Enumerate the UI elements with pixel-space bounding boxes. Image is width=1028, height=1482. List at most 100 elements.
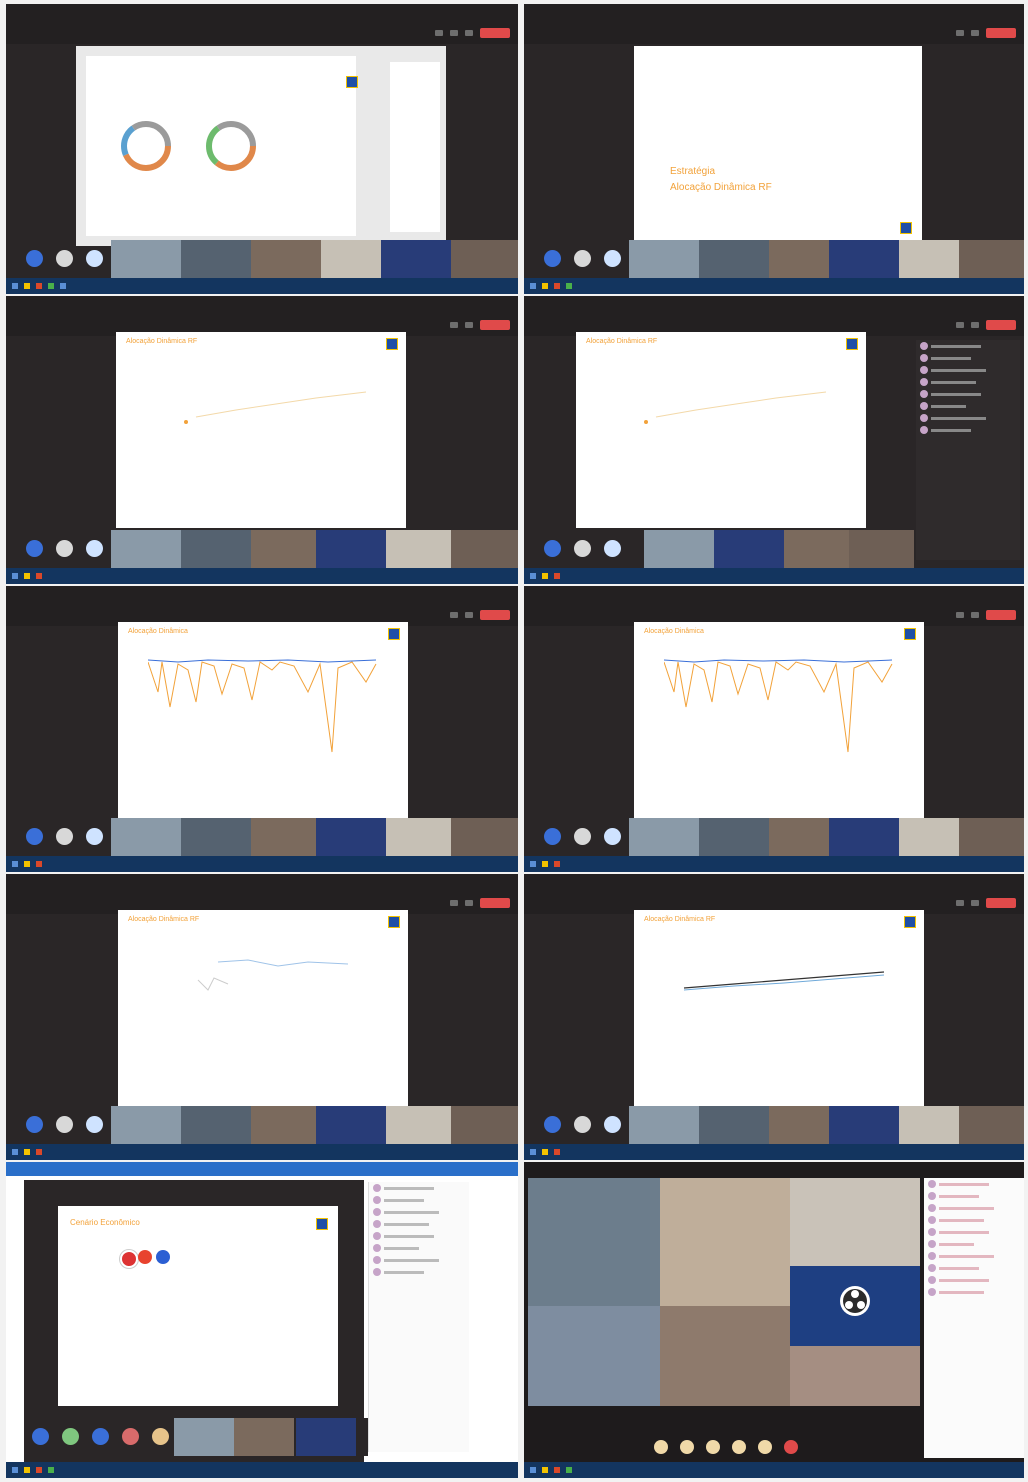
camera-icon[interactable] [26, 540, 43, 557]
share-icon[interactable] [604, 250, 621, 267]
list-item[interactable] [924, 1262, 1024, 1274]
list-item[interactable] [924, 1178, 1024, 1190]
list-item[interactable] [916, 424, 1020, 436]
mic-icon[interactable] [971, 612, 979, 618]
camera-icon[interactable] [435, 30, 443, 36]
leave-button[interactable] [480, 28, 510, 38]
camera-icon[interactable] [450, 900, 458, 906]
windows-icon[interactable] [530, 861, 536, 867]
list-item[interactable] [924, 1202, 1024, 1214]
share-icon[interactable] [86, 540, 103, 557]
list-item[interactable] [924, 1214, 1024, 1226]
folder-icon[interactable] [542, 1149, 548, 1155]
folder-icon[interactable] [24, 283, 30, 289]
mic-icon[interactable] [971, 900, 979, 906]
mic-icon[interactable] [971, 322, 979, 328]
list-item[interactable] [369, 1266, 469, 1278]
list-item[interactable] [369, 1230, 469, 1242]
list-item[interactable] [916, 388, 1020, 400]
mic-icon[interactable] [971, 30, 979, 36]
share-icon[interactable] [86, 250, 103, 267]
mic-icon[interactable] [56, 540, 73, 557]
list-item[interactable] [369, 1242, 469, 1254]
camera-icon[interactable] [26, 250, 43, 267]
mic-icon[interactable] [465, 322, 473, 328]
folder-icon[interactable] [542, 1467, 548, 1473]
folder-icon[interactable] [24, 1467, 30, 1473]
list-item[interactable] [916, 340, 1020, 352]
mic-icon[interactable] [56, 828, 73, 845]
windows-icon[interactable] [12, 1467, 18, 1473]
share-icon[interactable] [604, 540, 621, 557]
app-icon[interactable] [554, 1467, 560, 1473]
folder-icon[interactable] [542, 861, 548, 867]
list-item[interactable] [924, 1190, 1024, 1202]
camera-icon[interactable] [26, 828, 43, 845]
mic-icon[interactable] [680, 1440, 694, 1454]
app-icon[interactable] [60, 283, 66, 289]
folder-icon[interactable] [24, 1149, 30, 1155]
windows-icon[interactable] [12, 573, 18, 579]
list-item[interactable] [924, 1250, 1024, 1262]
list-item[interactable] [916, 352, 1020, 364]
list-item[interactable] [916, 364, 1020, 376]
leave-button[interactable] [480, 320, 510, 330]
reaction-icon[interactable] [732, 1440, 746, 1454]
camera-icon[interactable] [26, 1116, 43, 1133]
app-icon[interactable] [36, 573, 42, 579]
app-icon[interactable] [48, 1467, 54, 1473]
leave-button[interactable] [986, 898, 1016, 908]
list-item[interactable] [369, 1194, 469, 1206]
app-icon[interactable] [36, 1467, 42, 1473]
list-item[interactable] [924, 1274, 1024, 1286]
share-icon[interactable] [604, 828, 621, 845]
share-icon[interactable] [86, 828, 103, 845]
windows-icon[interactable] [530, 573, 536, 579]
leave-button[interactable] [480, 610, 510, 620]
mic-icon[interactable] [465, 900, 473, 906]
app-icon[interactable] [554, 1149, 560, 1155]
list-item[interactable] [369, 1206, 469, 1218]
windows-icon[interactable] [12, 861, 18, 867]
camera-icon[interactable] [32, 1428, 49, 1445]
folder-icon[interactable] [24, 861, 30, 867]
list-item[interactable] [924, 1226, 1024, 1238]
leave-button[interactable] [986, 610, 1016, 620]
mic-icon[interactable] [574, 540, 591, 557]
camera-icon[interactable] [544, 828, 561, 845]
app-icon[interactable] [48, 283, 54, 289]
app-icon[interactable] [554, 283, 560, 289]
app-icon[interactable] [36, 283, 42, 289]
list-item[interactable] [369, 1254, 469, 1266]
list-item[interactable] [924, 1286, 1024, 1298]
camera-icon[interactable] [544, 250, 561, 267]
app-icon[interactable] [566, 283, 572, 289]
mic-icon[interactable] [56, 250, 73, 267]
list-item[interactable] [916, 400, 1020, 412]
share-icon[interactable] [92, 1428, 109, 1445]
camera-icon[interactable] [956, 30, 964, 36]
mic-icon[interactable] [574, 250, 591, 267]
windows-icon[interactable] [530, 1467, 536, 1473]
camera-icon[interactable] [544, 540, 561, 557]
list-item[interactable] [916, 412, 1020, 424]
mic-icon[interactable] [465, 612, 473, 618]
camera-icon[interactable] [450, 322, 458, 328]
camera-icon[interactable] [654, 1440, 668, 1454]
list-item[interactable] [369, 1182, 469, 1194]
leave-button[interactable] [986, 320, 1016, 330]
mic-icon[interactable] [574, 828, 591, 845]
leave-button[interactable] [480, 898, 510, 908]
windows-icon[interactable] [530, 1149, 536, 1155]
more-icon[interactable] [152, 1428, 169, 1445]
mic-icon[interactable] [450, 30, 458, 36]
app-icon[interactable] [554, 861, 560, 867]
camera-icon[interactable] [956, 322, 964, 328]
mic-icon[interactable] [574, 1116, 591, 1133]
share-icon[interactable] [706, 1440, 720, 1454]
camera-icon[interactable] [450, 612, 458, 618]
app-icon[interactable] [36, 861, 42, 867]
list-item[interactable] [916, 376, 1020, 388]
folder-icon[interactable] [24, 573, 30, 579]
more-icon[interactable] [758, 1440, 772, 1454]
